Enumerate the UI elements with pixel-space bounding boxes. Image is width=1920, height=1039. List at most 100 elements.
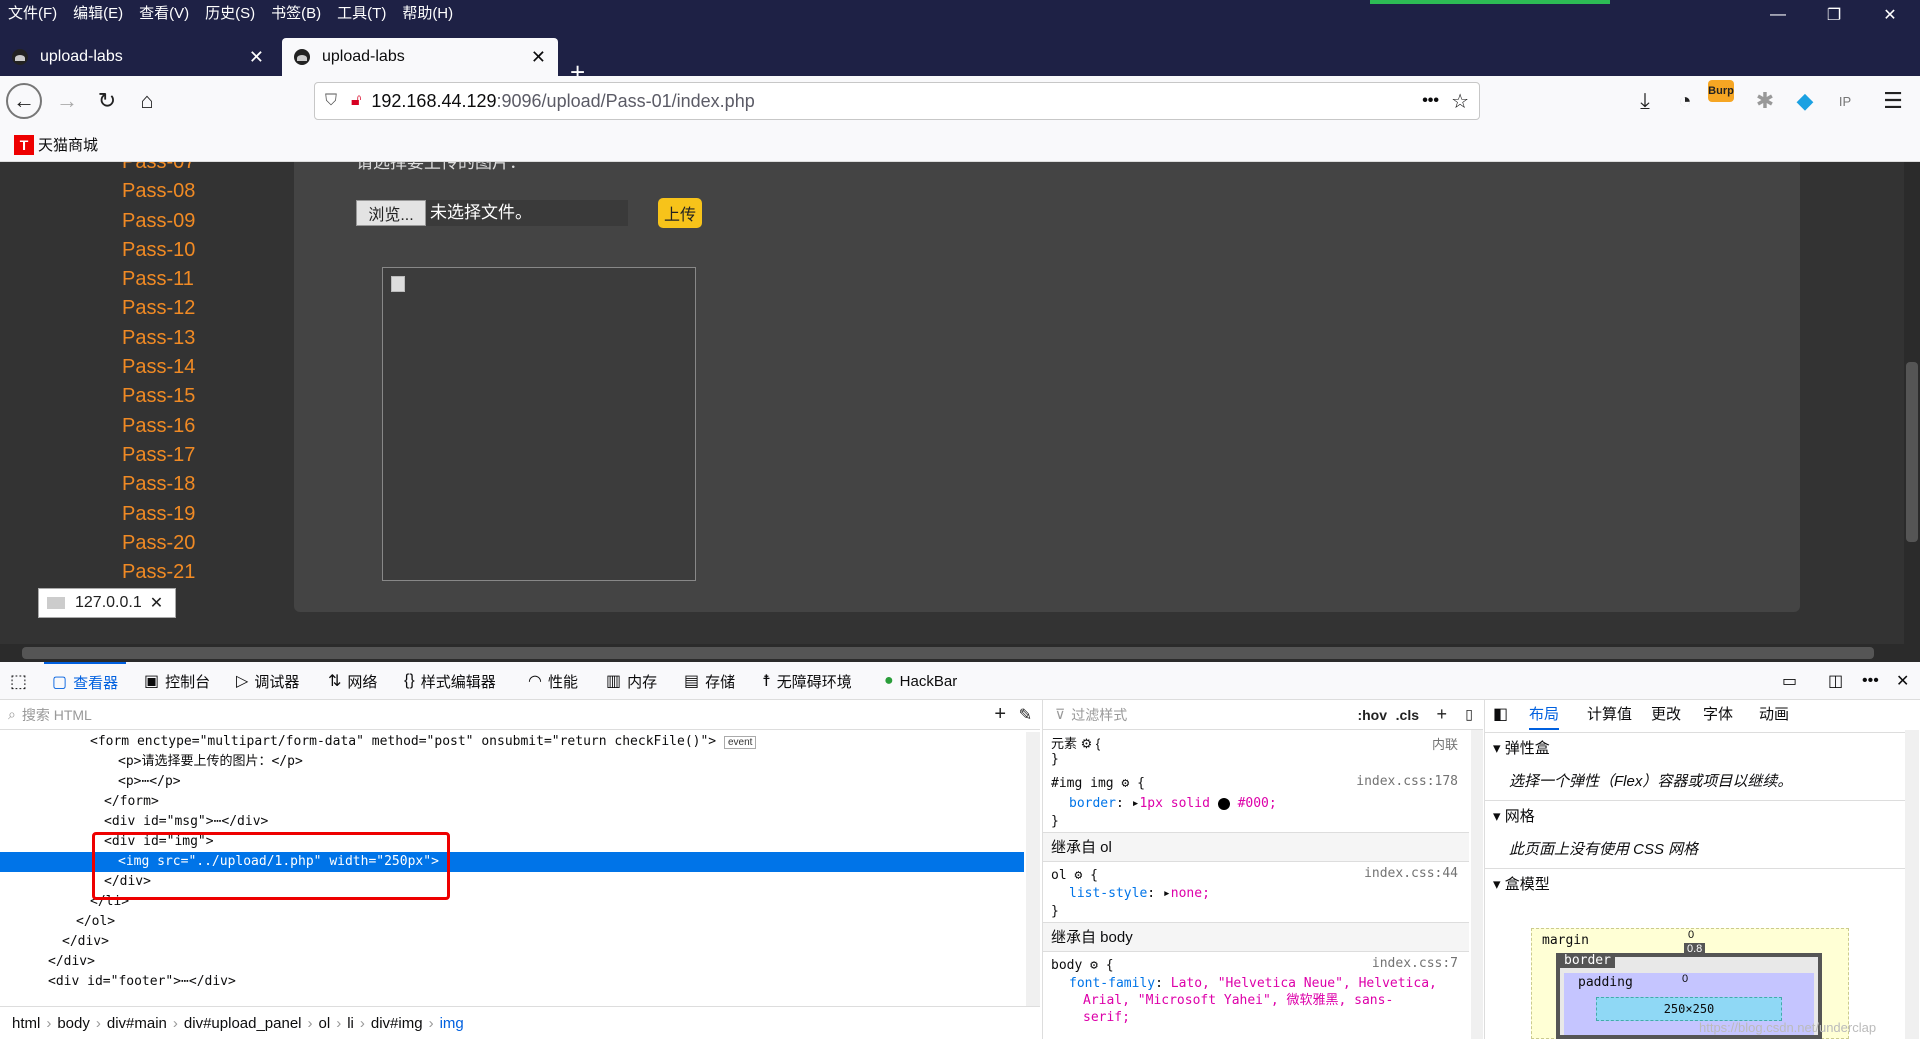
breadcrumb-item[interactable]: li	[347, 1015, 354, 1032]
responsive-design-icon[interactable]: ▭	[1782, 662, 1797, 700]
pass-link[interactable]: Pass-11	[122, 265, 195, 294]
html-search-input[interactable]: ⌕ 搜索 HTML + ✎	[0, 700, 1040, 730]
breadcrumb-item[interactable]: body	[57, 1015, 90, 1032]
tab-hackbar[interactable]: ● HackBar	[884, 662, 957, 700]
pass-link[interactable]: Pass-16	[122, 412, 195, 441]
ip-extension-icon[interactable]: IP	[1828, 84, 1862, 118]
breadcrumb-item[interactable]: div#main	[107, 1015, 167, 1032]
home-button[interactable]: ⌂	[130, 84, 164, 118]
back-button[interactable]: ←	[6, 83, 42, 119]
breadcrumb-item-current[interactable]: img	[440, 1015, 464, 1032]
tree-node[interactable]: <form enctype="multipart/form-data" meth…	[0, 732, 757, 752]
tab-style-editor[interactable]: {} 样式编辑器	[404, 662, 496, 700]
breadcrumb-item[interactable]: div#img	[371, 1015, 423, 1032]
tree-node[interactable]: </div>	[0, 932, 109, 952]
tab-console[interactable]: ▣ 控制台	[144, 662, 210, 700]
css-declaration[interactable]: list-style: ▸none;	[1069, 884, 1210, 904]
close-devtools-icon[interactable]: ✕	[1896, 662, 1909, 700]
boxmodel-section-header[interactable]: ▾ 盒模型	[1485, 868, 1905, 900]
menu-tools[interactable]: 工具(T)	[329, 2, 394, 23]
reload-button[interactable]: ↻	[90, 84, 124, 118]
breadcrumb-item[interactable]: div#upload_panel	[184, 1015, 302, 1032]
pass-link[interactable]: Pass-13	[122, 324, 195, 353]
burp-extension-icon[interactable]: Burp	[1708, 80, 1734, 102]
menu-view[interactable]: 查看(V)	[131, 2, 197, 23]
sidebar-toggle-icon[interactable]: ◧	[1493, 700, 1508, 730]
hov-toggle[interactable]: :hov	[1357, 707, 1387, 723]
tab-memory[interactable]: ▥ 内存	[606, 662, 657, 700]
cls-toggle[interactable]: .cls	[1396, 707, 1419, 723]
tab-storage[interactable]: ▤ 存储	[684, 662, 735, 700]
extension-globe-icon[interactable]: ◔	[1668, 84, 1702, 118]
event-badge[interactable]: event	[723, 736, 757, 749]
page-actions-icon[interactable]: •••	[1422, 92, 1439, 110]
menu-help[interactable]: 帮助(H)	[394, 2, 461, 23]
add-node-icon[interactable]: +	[994, 703, 1006, 726]
pass-link[interactable]: Pass-08	[122, 177, 195, 206]
menu-edit[interactable]: 编辑(E)	[65, 2, 131, 23]
scrollbar-thumb[interactable]	[1906, 362, 1918, 542]
close-tooltip-icon[interactable]: ✕	[150, 593, 163, 613]
pass-link[interactable]: Pass-17	[122, 441, 195, 470]
bookmark-star-icon[interactable]: ☆	[1451, 89, 1469, 114]
pass-link[interactable]: Pass-19	[122, 500, 195, 529]
tree-node[interactable]: <p>⋯</p>	[0, 772, 181, 792]
tree-node[interactable]: </form>	[0, 792, 159, 812]
tab-inspector[interactable]: ▢ 查看器	[44, 662, 127, 700]
extension-puzzle-icon[interactable]: ✱	[1748, 84, 1782, 118]
tab-debugger[interactable]: ▷ 调试器	[236, 662, 299, 700]
dock-icon[interactable]: ◫	[1828, 662, 1843, 700]
tab-upload-labs-1[interactable]: upload-labs ✕	[0, 38, 276, 76]
pass-link[interactable]: Pass-07	[122, 162, 195, 177]
tab-layout[interactable]: 布局	[1529, 700, 1560, 730]
pass-link[interactable]: Pass-14	[122, 353, 195, 382]
eyedropper-icon[interactable]: ✎	[1019, 705, 1032, 725]
scrollbar-thumb[interactable]	[22, 647, 1874, 659]
tab-changes[interactable]: 更改	[1651, 700, 1681, 730]
tree-node[interactable]: </ol>	[0, 912, 115, 932]
extension-diamond-icon[interactable]: ◆	[1788, 84, 1822, 118]
rule-source[interactable]: index.css:44	[1364, 866, 1458, 881]
tree-node[interactable]: <p>请选择要上传的图片：</p>	[0, 752, 303, 772]
tab-performance[interactable]: ◠ 性能	[528, 662, 578, 700]
element-picker-icon[interactable]: ⬚	[10, 662, 27, 700]
devtools-menu-icon[interactable]: •••	[1862, 662, 1879, 700]
tree-node[interactable]: <div id="footer">⋯</div>	[0, 972, 236, 992]
add-rule-icon[interactable]: +	[1436, 704, 1447, 725]
hamburger-menu-icon[interactable]: ☰	[1876, 84, 1910, 118]
markup-scrollbar[interactable]	[1026, 732, 1040, 1006]
rule-source[interactable]: index.css:178	[1356, 774, 1458, 789]
pass-link[interactable]: Pass-09	[122, 207, 195, 236]
menu-file[interactable]: 文件(F)	[0, 2, 65, 23]
tab-fonts[interactable]: 字体	[1703, 700, 1733, 730]
forward-button[interactable]: →	[50, 84, 84, 118]
layout-scrollbar[interactable]	[1905, 730, 1919, 1039]
filter-styles-input[interactable]: ⊽ 过滤样式 :hov .cls + ▯	[1043, 700, 1483, 730]
breadcrumb-item[interactable]: html	[12, 1015, 40, 1032]
pass-link[interactable]: Pass-10	[122, 236, 195, 265]
tree-node[interactable]: <div id="msg">⋯</div>	[0, 812, 268, 832]
pass-link[interactable]: Pass-12	[122, 294, 195, 323]
breadcrumb-item[interactable]: ol	[319, 1015, 331, 1032]
tab-computed[interactable]: 计算值	[1587, 700, 1632, 730]
page-vertical-scrollbar[interactable]	[1904, 162, 1920, 644]
tab-animations[interactable]: 动画	[1759, 700, 1789, 730]
pass-link[interactable]: Pass-21	[122, 558, 195, 587]
page-horizontal-scrollbar[interactable]	[0, 644, 1920, 662]
pass-link[interactable]: Pass-18	[122, 470, 195, 499]
close-tab-icon[interactable]: ✕	[249, 47, 264, 68]
menu-history[interactable]: 历史(S)	[197, 2, 263, 23]
border-top-value[interactable]: 0.8	[1684, 943, 1706, 955]
tab-network[interactable]: ⇅ 网络	[328, 662, 377, 700]
content-box[interactable]: 250×250	[1596, 997, 1782, 1021]
print-media-icon[interactable]: ▯	[1465, 706, 1473, 723]
bookmark-tmall[interactable]: T 天猫商城	[14, 134, 98, 155]
url-bar[interactable]: ⛉ 🔓︎ 192.168.44.129:9096/upload/Pass-01/…	[314, 82, 1480, 120]
css-declaration[interactable]: border: ▸1px solid #000;	[1069, 794, 1277, 814]
rule-source[interactable]: index.css:7	[1372, 956, 1458, 971]
tab-accessibility[interactable]: ☨ 无障碍环境	[762, 662, 852, 700]
tab-upload-labs-2[interactable]: upload-labs ✕	[282, 38, 558, 76]
tree-node[interactable]: </div>	[0, 952, 95, 972]
menu-bookmarks[interactable]: 书签(B)	[263, 2, 329, 23]
pass-link[interactable]: Pass-15	[122, 382, 195, 411]
